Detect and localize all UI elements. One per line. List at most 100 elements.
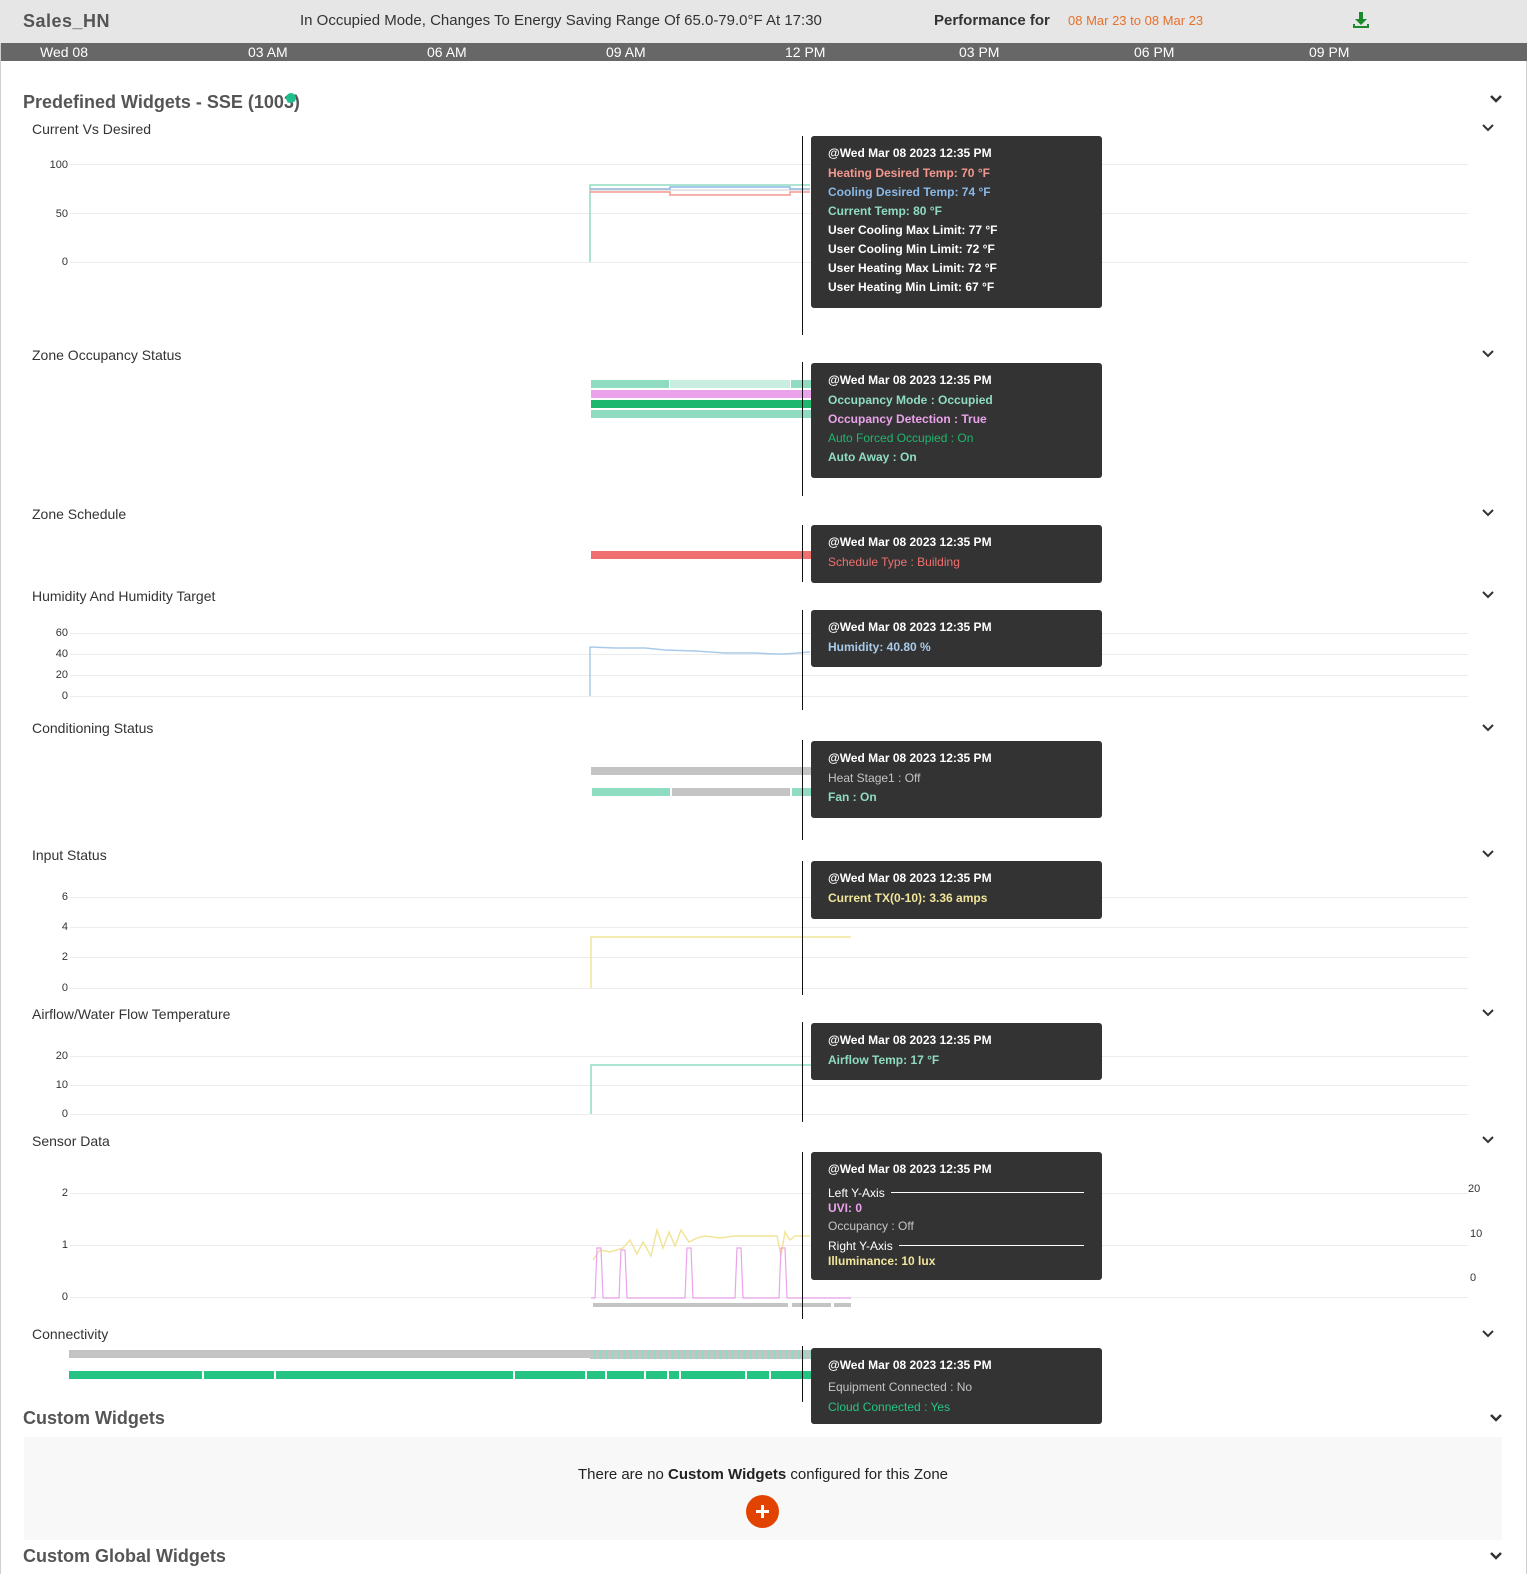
y-tick-right: 0 (1470, 1272, 1477, 1284)
tooltip-fan: Fan : On (828, 790, 877, 804)
custom-widgets-panel: There are no Custom Widgets configured f… (24, 1437, 1502, 1540)
timeline-label: 06 AM (427, 44, 467, 60)
timeline-bar[interactable]: Wed 08 03 AM 06 AM 09 AM 12 PM 03 PM 06 … (1, 43, 1527, 61)
chevron-down-icon[interactable] (1489, 1551, 1503, 1561)
tooltip-right-axis: Right Y-Axis (828, 1237, 1102, 1254)
y-tick-left: 2 (61, 1187, 68, 1199)
y-tick: 4 (61, 921, 68, 933)
tooltip-auto-away: Auto Away : On (828, 450, 917, 464)
tooltip-current-tx: Current TX(0-10): 3.36 amps (828, 891, 988, 905)
y-tick: 0 (61, 982, 68, 994)
zone-status-text: In Occupied Mode, Changes To Energy Savi… (300, 12, 822, 29)
tooltip-heating-max: User Heating Max Limit: 72 °F (828, 261, 997, 275)
tooltip-cooling-min: User Cooling Min Limit: 72 °F (828, 242, 995, 256)
gridline (70, 1193, 1468, 1194)
tooltip-heat-stage: Heat Stage1 : Off (828, 771, 921, 785)
bar-gap (585, 1371, 587, 1379)
tooltip-illuminance: Illuminance: 10 lux (828, 1254, 936, 1268)
add-custom-widget-button[interactable] (746, 1495, 779, 1528)
zone-name: Sales_HN (23, 11, 111, 31)
widget-title-zone-occupancy: Zone Occupancy Status (32, 347, 182, 363)
chevron-down-icon[interactable] (1481, 349, 1495, 359)
message-bold-text: Custom Widgets (668, 1466, 787, 1483)
gridline (70, 897, 1468, 898)
chart-tooltip: @Wed Mar 08 2023 12:35 PM Occupancy Mode… (811, 363, 1102, 478)
y-tick: 0 (61, 1108, 68, 1120)
widget-title-humidity: Humidity And Humidity Target (32, 588, 216, 604)
divider (890, 1192, 1084, 1193)
predefined-widgets-title: Predefined Widgets - SSE (1003) (23, 92, 300, 112)
chevron-down-icon[interactable] (1481, 1008, 1495, 1018)
tooltip-date: @Wed Mar 08 2023 12:35 PM (828, 751, 992, 765)
chart-tooltip: @Wed Mar 08 2023 12:35 PM Heat Stage1 : … (811, 741, 1102, 818)
gridline (70, 927, 1468, 928)
chevron-down-icon[interactable] (1489, 1413, 1503, 1423)
y-tick: 2 (61, 951, 68, 963)
divider (898, 1245, 1084, 1246)
chevron-down-icon[interactable] (1481, 1135, 1495, 1145)
tooltip-auto-forced: Auto Forced Occupied : On (828, 431, 974, 445)
equipment-connected-bar (69, 1350, 590, 1358)
cursor-line (802, 740, 803, 840)
occupancy-mode-bar (591, 380, 669, 388)
tooltip-left-axis-label: Left Y-Axis (828, 1185, 885, 1200)
widget-title-connectivity: Connectivity (32, 1326, 109, 1342)
chart-tooltip: @Wed Mar 08 2023 12:35 PM Schedule Type … (811, 525, 1102, 583)
chevron-down-icon[interactable] (1481, 849, 1495, 859)
cursor-line (802, 1346, 803, 1402)
timeline-label: Wed 08 (40, 44, 88, 60)
y-tick-left: 0 (61, 1291, 68, 1303)
y-tick: 100 (49, 159, 68, 171)
y-tick: 20 (55, 669, 68, 681)
widget-title-sensor-data: Sensor Data (32, 1133, 110, 1149)
cursor-line (802, 1022, 803, 1122)
tooltip-cooling-desired: Cooling Desired Temp: 74 °F (828, 185, 991, 199)
occupancy-mode-bar (670, 380, 790, 388)
chevron-down-icon[interactable] (1481, 590, 1495, 600)
airflow-temp-line (590, 1064, 811, 1114)
widget-title-conditioning: Conditioning Status (32, 720, 154, 736)
widget-title-zone-schedule: Zone Schedule (32, 506, 127, 522)
y-tick-right: 10 (1470, 1228, 1483, 1240)
temperature-chart-lines (589, 184, 810, 262)
cursor-line (802, 525, 803, 582)
widget-title-airflow: Airflow/Water Flow Temperature (32, 1006, 231, 1022)
tooltip-equipment-connected: Equipment Connected : No (828, 1380, 973, 1394)
performance-date-range[interactable]: 08 Mar 23 to 08 Mar 23 (1068, 13, 1203, 28)
cursor-line (802, 610, 803, 710)
cursor-line (802, 362, 803, 496)
download-icon[interactable] (1352, 11, 1370, 29)
chevron-down-icon[interactable] (1481, 1329, 1495, 1339)
tooltip-date: @Wed Mar 08 2023 12:35 PM (828, 871, 992, 885)
chevron-down-icon[interactable] (1489, 94, 1503, 104)
timeline-label: 06 PM (1134, 44, 1175, 60)
message-text: There are no (577, 1466, 669, 1483)
chart-tooltip: @Wed Mar 08 2023 12:35 PM Current TX(0-1… (811, 861, 1102, 919)
bar-gap (745, 1371, 747, 1379)
custom-widgets-empty-message: There are no Custom Widgets configured f… (24, 1466, 1502, 1483)
tooltip-cloud-connected: Cloud Connected : Yes (828, 1400, 951, 1414)
chevron-down-icon[interactable] (1481, 123, 1495, 133)
timeline-label: 09 AM (606, 44, 646, 60)
fan-bar (672, 788, 790, 796)
bar-gap (513, 1371, 515, 1379)
y-tick: 20 (55, 1050, 68, 1062)
chart-tooltip: @Wed Mar 08 2023 12:35 PM Equipment Conn… (811, 1348, 1102, 1424)
humidity-line (589, 646, 811, 696)
timeline-label: 12 PM (785, 44, 826, 60)
timeline-label: 09 PM (1309, 44, 1350, 60)
chevron-down-icon[interactable] (1481, 508, 1495, 518)
cursor-line (802, 861, 803, 995)
custom-widgets-title: Custom Widgets (23, 1408, 165, 1428)
chevron-down-icon[interactable] (1481, 723, 1495, 733)
bar-gap (274, 1371, 276, 1379)
bar-gap (644, 1371, 646, 1379)
y-tick: 6 (61, 891, 68, 903)
tooltip-current-temp: Current Temp: 80 °F (828, 204, 942, 218)
tooltip-date: @Wed Mar 08 2023 12:35 PM (828, 620, 992, 634)
gridline (70, 1056, 1468, 1057)
tooltip-schedule-type: Schedule Type : Building (828, 555, 960, 569)
widget-title-current-vs-desired: Current Vs Desired (32, 121, 152, 137)
y-tick-right: 20 (1468, 1183, 1481, 1195)
fan-bar (592, 788, 670, 796)
